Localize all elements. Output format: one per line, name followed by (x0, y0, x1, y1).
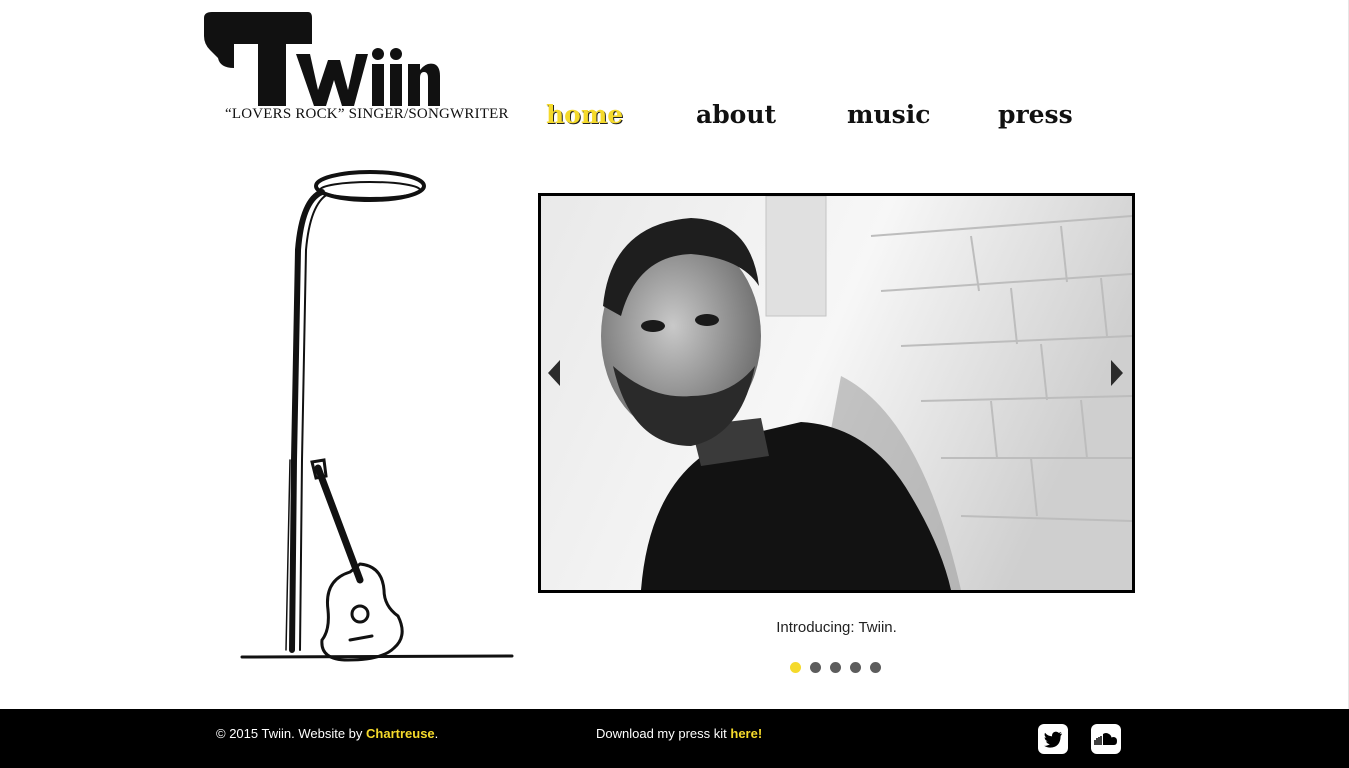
slider-dot-3[interactable] (830, 662, 841, 673)
slider-dot-1[interactable] (790, 662, 801, 673)
nav-home[interactable]: home (546, 100, 696, 129)
slider-dot-4[interactable] (850, 662, 861, 673)
footer-copyright: © 2015 Twiin. Website by Chartreuse. (216, 726, 438, 741)
slider-next-icon[interactable] (1107, 358, 1127, 388)
presskit-text: Download my press kit (596, 726, 731, 741)
main-nav: home about music press (546, 100, 1078, 129)
slider-pagination (790, 662, 881, 673)
slide-frame (538, 193, 1135, 593)
nav-about[interactable]: about (696, 100, 847, 129)
site-logo[interactable]: “LOVERS ROCK” SINGER/SONGWRITER (200, 10, 509, 130)
slider-prev-icon[interactable] (544, 358, 564, 388)
footer-press-kit: Download my press kit here! (596, 726, 762, 741)
lamp-guitar-illustration (240, 170, 514, 662)
twitter-icon[interactable] (1038, 724, 1068, 754)
nav-music[interactable]: music (847, 100, 998, 129)
logo-wordmark-graphic (204, 12, 440, 106)
credit-link[interactable]: Chartreuse (366, 726, 435, 741)
slider-dot-2[interactable] (810, 662, 821, 673)
slider-dot-5[interactable] (870, 662, 881, 673)
presskit-link[interactable]: here! (730, 726, 762, 741)
slide-caption: Introducing: Twiin. (776, 619, 897, 636)
hero-slider (538, 193, 1135, 593)
copyright-text: © 2015 Twiin. Website by (216, 726, 367, 741)
nav-press[interactable]: press (998, 100, 1078, 129)
credit-period: . (434, 726, 439, 741)
logo-tagline: “LOVERS ROCK” SINGER/SONGWRITER (225, 106, 509, 122)
artist-photo (541, 196, 1132, 590)
soundcloud-icon[interactable] (1091, 724, 1121, 754)
site-footer: © 2015 Twiin. Website by Chartreuse. Dow… (0, 709, 1349, 768)
